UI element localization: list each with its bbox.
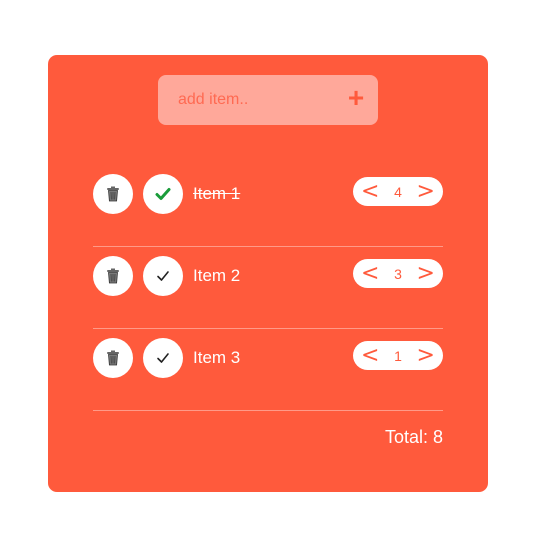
quantity-value: 3	[394, 265, 402, 282]
decrease-button[interactable]: <	[361, 180, 379, 203]
quantity-stepper: < 3 >	[353, 259, 443, 288]
delete-button[interactable]	[93, 338, 133, 378]
decrease-button[interactable]: <	[361, 262, 379, 285]
list-item: Item 1 < 4 >	[93, 165, 443, 247]
delete-button[interactable]	[93, 256, 133, 296]
toggle-complete-button[interactable]	[143, 174, 183, 214]
item-label: Item 3	[193, 348, 241, 367]
list-item: Item 3 < 1 >	[93, 329, 443, 411]
trash-icon	[107, 186, 119, 202]
quantity-stepper: < 4 >	[353, 177, 443, 206]
add-item-input[interactable]	[158, 75, 338, 125]
check-icon	[157, 271, 169, 281]
trash-icon	[107, 268, 119, 284]
quantity-value: 1	[394, 347, 402, 364]
decrease-button[interactable]: <	[361, 344, 379, 367]
add-item-button[interactable]: +	[344, 84, 368, 112]
quantity-stepper: < 1 >	[353, 341, 443, 370]
total-count: Total: 8	[384, 427, 443, 447]
increase-button[interactable]: >	[417, 180, 435, 203]
item-label: Item 2	[193, 266, 241, 285]
check-icon	[155, 188, 171, 200]
check-icon	[157, 353, 169, 363]
toggle-complete-button[interactable]	[143, 256, 183, 296]
todo-card: + Item 1 < 4	[48, 55, 488, 492]
delete-button[interactable]	[93, 174, 133, 214]
toggle-complete-button[interactable]	[143, 338, 183, 378]
increase-button[interactable]: >	[417, 262, 435, 285]
item-label: Item 1	[193, 184, 241, 203]
list-item: Item 2 < 3 >	[93, 247, 443, 329]
trash-icon	[107, 350, 119, 366]
quantity-value: 4	[394, 183, 402, 200]
add-item-bar: +	[158, 75, 378, 125]
increase-button[interactable]: >	[417, 344, 435, 367]
item-list: Item 1 < 4 > Item 2 < 3 > Item 3 < 1 >	[93, 165, 443, 411]
